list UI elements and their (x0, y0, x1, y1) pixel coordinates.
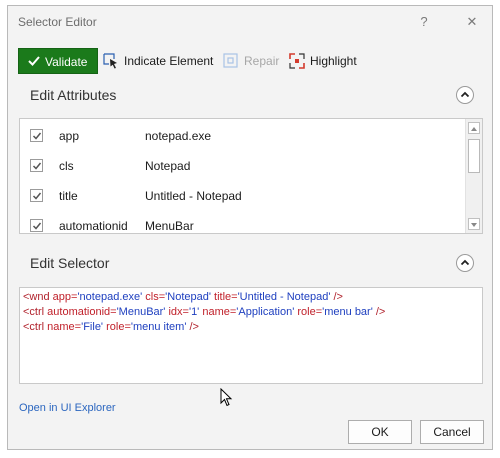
validate-button[interactable]: Validate (18, 48, 98, 74)
attributes-list: app notepad.exe cls Notepad title Untitl… (19, 118, 483, 234)
cancel-button[interactable]: Cancel (420, 420, 484, 444)
selector-editor-dialog: Selector Editor ? ✕ Validate Indicate El… (7, 5, 493, 450)
toolbar: Validate Indicate Element Repair Highlig… (8, 46, 492, 74)
selector-token: idx= (165, 306, 189, 318)
validate-label: Validate (45, 55, 88, 69)
selector-token: name= (47, 321, 82, 333)
selector-token: title= (210, 291, 238, 303)
close-button[interactable]: ✕ (462, 12, 482, 32)
attribute-row: title Untitled - Notepad (20, 181, 460, 211)
collapse-selector-button[interactable] (456, 254, 474, 272)
attribute-value[interactable]: Notepad (145, 159, 190, 173)
triangle-down-icon (471, 223, 477, 227)
checkmark-icon (32, 162, 42, 170)
attribute-value[interactable]: Untitled - Notepad (145, 189, 242, 203)
attribute-checkbox[interactable] (30, 159, 43, 172)
selector-token: 'Application' (236, 306, 295, 318)
selector-token: 'Notepad' (165, 291, 211, 303)
selector-token: 'File' (81, 321, 104, 333)
selector-token: automationid= (47, 306, 117, 318)
highlight-icon (289, 53, 305, 69)
checkmark-icon (32, 192, 42, 200)
attribute-checkbox[interactable] (30, 129, 43, 142)
attribute-checkbox[interactable] (30, 189, 43, 202)
attribute-name: automationid (59, 219, 128, 233)
indicate-element-button[interactable]: Indicate Element (102, 48, 214, 74)
scroll-up-button[interactable] (468, 122, 480, 134)
selector-token: 'menu bar' (322, 306, 373, 318)
attribute-value[interactable]: MenuBar (145, 219, 194, 233)
edit-selector-header: Edit Selector (30, 255, 110, 271)
chevron-up-icon (460, 91, 470, 98)
attribute-row: automationid MenuBar (20, 211, 460, 233)
window-title: Selector Editor (18, 15, 97, 29)
attribute-row: cls Notepad (20, 151, 460, 181)
collapse-attributes-button[interactable] (456, 86, 474, 104)
selector-token: 'Untitled - Notepad' (237, 291, 331, 303)
attributes-scrollbar[interactable] (465, 119, 482, 233)
title-bar: Selector Editor ? ✕ (8, 6, 492, 38)
checkmark-icon (32, 132, 42, 140)
selector-token: /> (186, 321, 199, 333)
chevron-up-icon (460, 259, 470, 266)
attribute-row: app notepad.exe (20, 121, 460, 151)
selector-editor[interactable]: <wnd app='notepad.exe' cls='Notepad' tit… (19, 287, 483, 384)
attribute-value[interactable]: notepad.exe (145, 129, 211, 143)
selector-line: <ctrl automationid='MenuBar' idx='1' nam… (23, 306, 385, 318)
selector-token: /> (372, 306, 386, 318)
attribute-name: app (59, 129, 80, 143)
ok-button[interactable]: OK (348, 420, 412, 444)
selector-token: 'MenuBar' (116, 306, 166, 318)
selector-line: <wnd app='notepad.exe' cls='Notepad' tit… (23, 291, 343, 303)
selector-token: <ctrl (23, 306, 48, 318)
open-in-ui-explorer-link[interactable]: Open in UI Explorer (19, 402, 116, 414)
selector-token: role= (103, 321, 131, 333)
selector-token: /> (330, 291, 343, 303)
selector-token: name= (199, 306, 237, 318)
triangle-up-icon (471, 127, 477, 131)
highlight-button[interactable]: Highlight (288, 48, 368, 74)
attribute-name: title (59, 189, 78, 203)
selector-token: 'notepad.exe' (77, 291, 143, 303)
indicate-element-label: Indicate Element (124, 54, 214, 68)
repair-button[interactable]: Repair (222, 48, 282, 74)
highlight-label: Highlight (310, 54, 357, 68)
indicate-element-icon (103, 53, 117, 69)
checkmark-icon (32, 222, 42, 230)
selector-token: role= (294, 306, 323, 318)
selector-token: <wnd (23, 291, 53, 303)
repair-label: Repair (244, 54, 280, 68)
edit-attributes-header: Edit Attributes (30, 87, 117, 103)
selector-token: <ctrl (23, 321, 48, 333)
attribute-checkbox[interactable] (30, 219, 43, 232)
selector-token: 'menu item' (130, 321, 187, 333)
selector-token: '1' (188, 306, 200, 318)
scroll-thumb[interactable] (468, 139, 480, 173)
selector-token: cls= (142, 291, 166, 303)
mouse-pointer-icon (220, 388, 233, 407)
checkmark-icon (28, 56, 40, 66)
selector-token: app= (52, 291, 78, 303)
repair-icon (223, 53, 238, 68)
attribute-name: cls (59, 159, 74, 173)
help-button[interactable]: ? (414, 12, 434, 32)
scroll-down-button[interactable] (468, 218, 480, 230)
selector-line: <ctrl name='File' role='menu item' /> (23, 321, 199, 333)
